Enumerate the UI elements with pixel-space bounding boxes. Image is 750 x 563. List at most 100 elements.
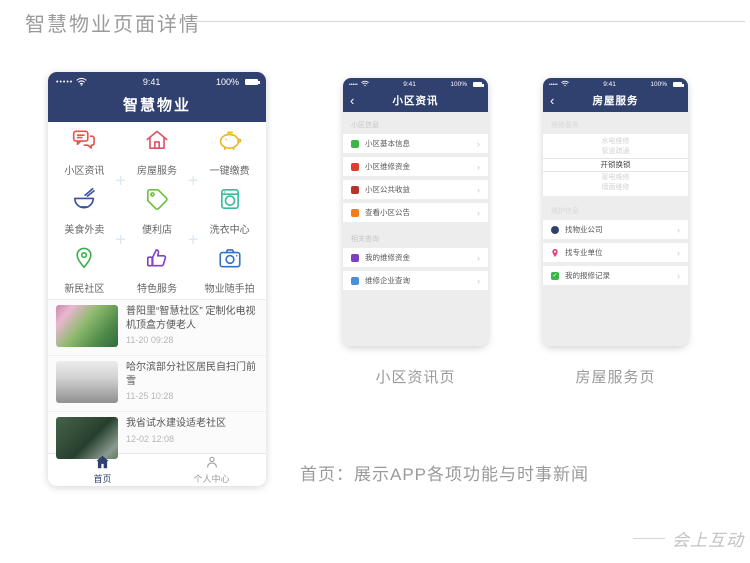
signal-dots: ••••• [56, 79, 73, 86]
section-header: 小区信息 [343, 112, 488, 134]
chat-bubbles-icon [71, 127, 97, 158]
news-thumbnail-elderly-couple [56, 417, 118, 459]
public-income-icon [351, 186, 359, 194]
battery-percent: 100% [650, 81, 667, 88]
house-icon [144, 127, 170, 158]
chevron-right-icon: › [677, 271, 680, 281]
news-list: 普阳里“智慧社区” 定制化电视机顶盒方便老人 11-20 09:28 哈尔滨部分… [48, 299, 266, 453]
announcement-icon [351, 209, 359, 217]
nav-title: 房屋服务 [593, 95, 639, 107]
nav-bar: ‹ 小区资讯 [343, 91, 488, 112]
grid-item-one-key-payment[interactable]: 一键缴费 [193, 122, 266, 181]
grid-item-property-snapshot[interactable]: 物业随手拍 [193, 240, 266, 299]
picker-option: 家电维修 [543, 173, 688, 183]
home-page-description: 首页：展示APP各项功能与时事新闻 [300, 460, 589, 485]
camera-icon [217, 245, 243, 276]
list-item-repair-company-query[interactable]: 维修企业查询 › [343, 271, 488, 290]
status-time: 9:41 [143, 77, 161, 87]
picker-option: 墙面维修 [543, 183, 688, 193]
status-time: 9:41 [403, 81, 416, 88]
list-item-public-income[interactable]: 小区公共收益 › [343, 180, 488, 199]
wifi-icon [76, 77, 87, 88]
list-item-basic-info[interactable]: 小区基本信息 › [343, 134, 488, 153]
nav-bar: ‹ 房屋服务 [543, 91, 688, 112]
list-item-my-repair-records[interactable]: ✓ 我的报修记录 › [543, 266, 688, 285]
home-screen-mockup: ••••• 9:41 100% 智慧物业 + + + + 小区 [48, 72, 266, 485]
thumbs-up-icon [144, 245, 170, 276]
grid-item-laundry-center[interactable]: 洗衣中心 [193, 181, 266, 240]
caption-housing-service-page: 房屋服务页 [543, 366, 688, 387]
section-header: 相关查询 [343, 226, 488, 248]
grid-cross-mark: + [188, 170, 199, 191]
watermark: 会上互动 [633, 526, 744, 551]
my-repair-fund-icon [351, 254, 359, 262]
home-icon [95, 455, 110, 471]
grid-item-community-info[interactable]: 小区资讯 [48, 122, 121, 181]
list-item-find-professional-unit[interactable]: 找专业单位 › [543, 243, 688, 262]
piggy-bank-icon [217, 127, 243, 158]
nav-title: 小区资讯 [393, 95, 439, 107]
picker-section-header: 维修服务 [543, 112, 688, 134]
battery-icon [673, 82, 682, 87]
picker-option: 管道疏通 [543, 147, 688, 157]
nav-bar: 智慧物业 [48, 92, 266, 122]
watermark-line [633, 538, 665, 539]
status-time: 9:41 [603, 81, 616, 88]
back-icon[interactable]: ‹ [550, 91, 555, 110]
chevron-right-icon: › [477, 185, 480, 195]
signal-dots: ••••• [549, 82, 558, 88]
tab-profile[interactable]: 个人中心 [157, 454, 266, 486]
list-item-my-repair-fund[interactable]: 我的维修资金 › [343, 248, 488, 267]
list-item-find-property-company[interactable]: 找物业公司 › [543, 220, 688, 239]
service-type-picker[interactable]: 水电维修 管道疏通 开锁换锁 家电维修 墙面维修 [543, 134, 688, 196]
chevron-right-icon: › [477, 208, 480, 218]
grid-item-convenience-store[interactable]: 便利店 [121, 181, 194, 240]
status-bar: ••••• 9:41 100% [48, 72, 266, 92]
washing-machine-icon [217, 186, 243, 217]
section-header: 维护信息 [543, 198, 688, 220]
repair-fund-icon [351, 163, 359, 171]
chevron-right-icon: › [477, 276, 480, 286]
battery-icon [245, 79, 258, 85]
news-datetime: 11-20 09:28 [126, 335, 258, 345]
tab-home[interactable]: 首页 [48, 454, 157, 486]
list-item-announcements[interactable]: 查看小区公告 › [343, 203, 488, 222]
grid-item-housing-service[interactable]: 房屋服务 [121, 122, 194, 181]
grid-item-special-service[interactable]: 特色服务 [121, 240, 194, 299]
person-icon [205, 455, 219, 471]
wifi-icon [561, 80, 569, 89]
tab-bar: 首页 个人中心 [48, 453, 266, 486]
news-datetime: 11-25 10:28 [126, 391, 258, 401]
property-company-icon [551, 226, 559, 234]
grid-item-xinmin-community[interactable]: 新民社区 [48, 240, 121, 299]
location-pin-icon [71, 245, 97, 276]
header-divider [195, 21, 745, 22]
nav-title: 智慧物业 [123, 97, 191, 114]
screen-body: 小区信息 小区基本信息 › 小区维修资金 › 小区公共收益 › 查看小区公告 › [343, 112, 488, 346]
news-item-settop-box[interactable]: 普阳里“智慧社区” 定制化电视机顶盒方便老人 11-20 09:28 [48, 300, 266, 356]
news-title: 哈尔滨部分社区居民自扫门前雪 [126, 361, 258, 388]
bowl-chopsticks-icon [71, 186, 97, 217]
news-title: 我省试水建设适老社区 [126, 417, 226, 431]
feature-grid: + + + + 小区资讯 房屋服务 一键缴费 [48, 122, 266, 299]
basic-info-icon [351, 140, 359, 148]
news-item-snow-sweeping[interactable]: 哈尔滨部分社区居民自扫门前雪 11-25 10:28 [48, 356, 266, 412]
news-thumbnail-snow [56, 361, 118, 403]
grid-item-food-delivery[interactable]: 美食外卖 [48, 181, 121, 240]
caption-community-info-page: 小区资讯页 [343, 366, 488, 387]
back-icon[interactable]: ‹ [350, 91, 355, 110]
studio-logo: 会上互动 [672, 526, 744, 551]
repair-records-check-icon: ✓ [551, 272, 559, 280]
chevron-right-icon: › [477, 253, 480, 263]
battery-icon [473, 82, 482, 87]
news-title: 普阳里“智慧社区” 定制化电视机顶盒方便老人 [126, 305, 258, 332]
list-item-repair-fund[interactable]: 小区维修资金 › [343, 157, 488, 176]
price-tag-icon [144, 186, 170, 217]
battery-percent: 100% [450, 81, 467, 88]
chevron-right-icon: › [677, 248, 680, 258]
community-info-screen-mockup: ••••• 9:41 100% ‹ 小区资讯 小区信息 小区基本信息 › [343, 78, 488, 346]
picker-option-selected: 开锁换锁 [543, 158, 688, 172]
grid-cross-mark: + [115, 170, 126, 191]
screen-body: 维修服务 水电维修 管道疏通 开锁换锁 家电维修 墙面维修 维护信息 找物业公司… [543, 112, 688, 346]
design-sheet: 智慧物业页面详情 ••••• 9:41 100% 智慧物业 + + + + [0, 0, 750, 563]
